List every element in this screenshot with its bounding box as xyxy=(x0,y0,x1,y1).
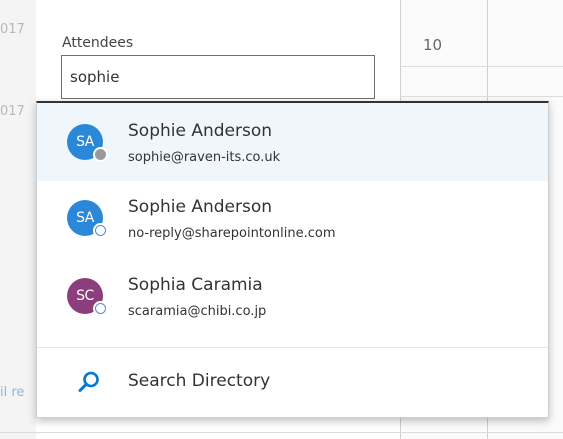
gutter-link-fragment[interactable]: il re xyxy=(0,385,24,400)
suggestion-item[interactable]: SC Sophia Caramia scaramia@chibi.co.jp xyxy=(37,259,548,337)
suggestion-item[interactable]: SA Sophie Anderson sophie@raven-its.co.u… xyxy=(37,103,548,181)
search-directory-button[interactable]: Search Directory xyxy=(37,348,548,418)
suggestion-name: Sophie Anderson xyxy=(128,121,273,141)
gutter-date-fragment: 017 xyxy=(0,22,25,37)
suggestion-item[interactable]: SA Sophie Anderson no-reply@sharepointon… xyxy=(37,181,548,259)
calendar-gridline xyxy=(400,66,563,67)
suggestion-email: sophie@raven-its.co.uk xyxy=(128,150,281,165)
presence-offline-icon xyxy=(93,223,108,238)
attendees-label: Attendees xyxy=(62,35,134,51)
calendar-gridline xyxy=(0,432,563,433)
calendar-gridline xyxy=(400,96,563,97)
suggestion-email: scaramia@chibi.co.jp xyxy=(128,304,267,319)
left-gutter xyxy=(0,0,36,439)
gutter-date-fragment: 017 xyxy=(0,104,25,119)
attendee-suggestions-dropdown: SA Sophie Anderson sophie@raven-its.co.u… xyxy=(36,101,549,418)
presence-offline-icon xyxy=(93,301,108,316)
attendees-input[interactable] xyxy=(61,55,375,99)
calendar-day-number[interactable]: 10 xyxy=(423,36,442,54)
suggestion-name: Sophia Caramia xyxy=(128,275,263,295)
suggestion-name: Sophie Anderson xyxy=(128,197,273,217)
suggestion-email: no-reply@sharepointonline.com xyxy=(128,226,336,241)
search-icon xyxy=(78,371,99,392)
presence-away-icon xyxy=(93,147,108,162)
search-directory-label: Search Directory xyxy=(128,371,271,391)
